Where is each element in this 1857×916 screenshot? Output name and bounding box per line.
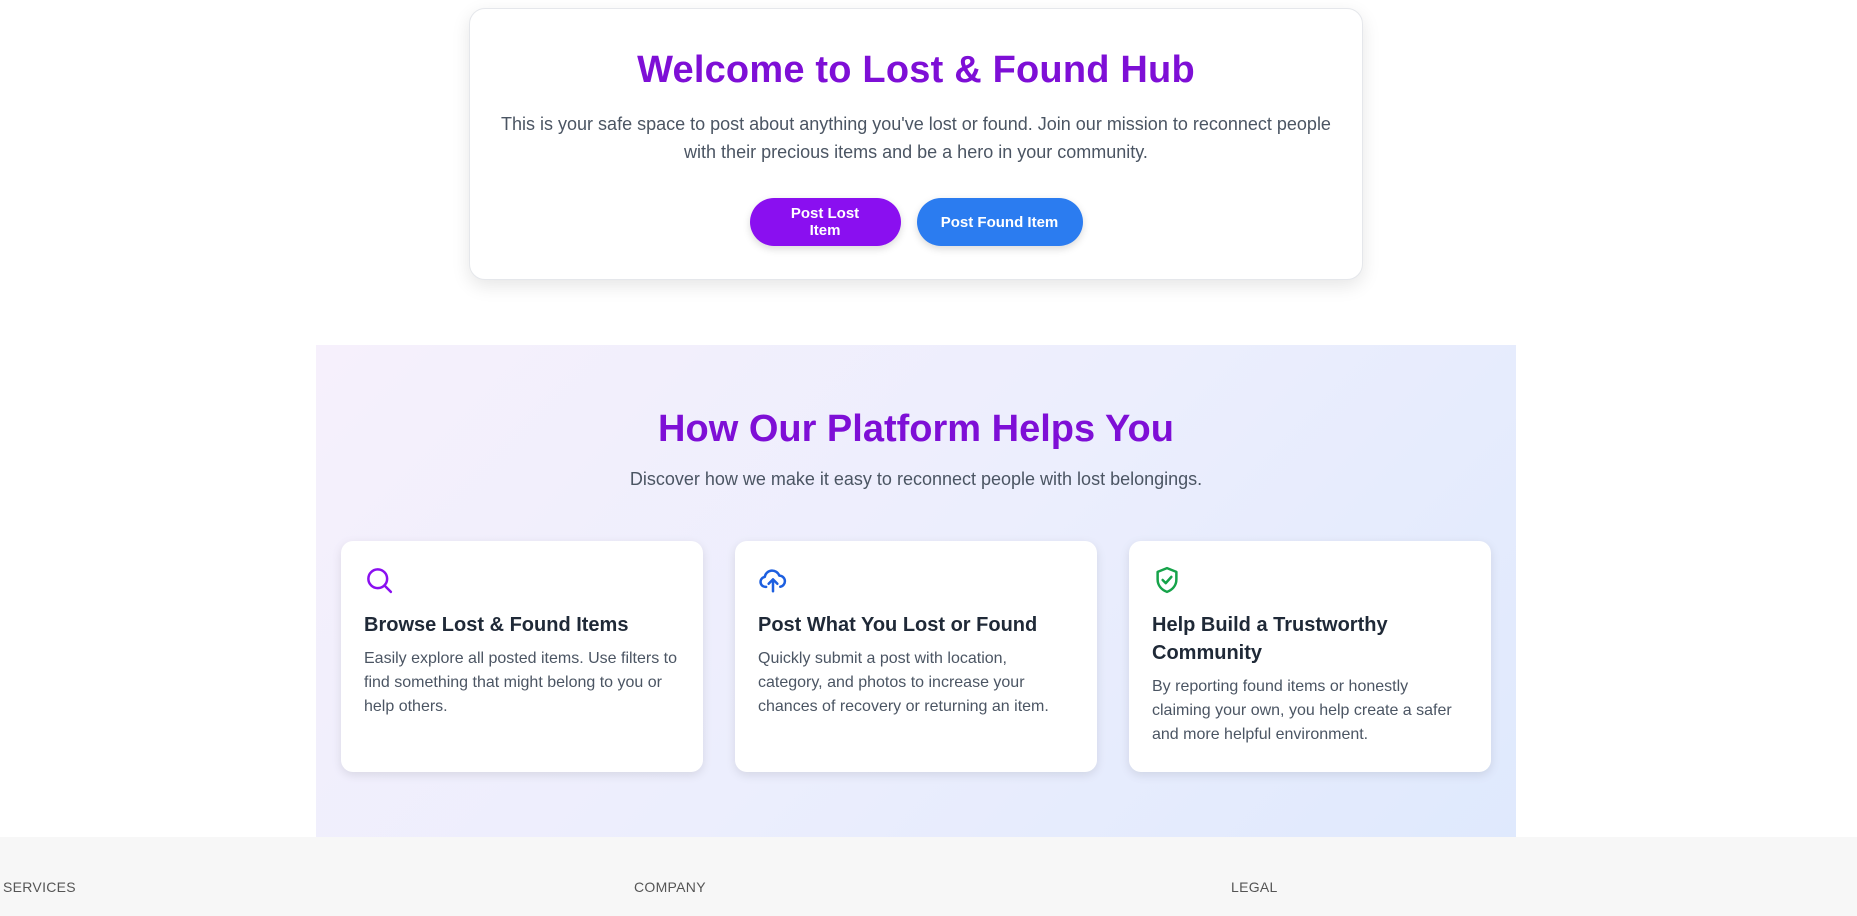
feature-card-title: Browse Lost & Found Items bbox=[364, 614, 629, 636]
feature-card-text: By reporting found items or honestly cla… bbox=[1152, 678, 1452, 743]
hero-title: Welcome to Lost & Found Hub bbox=[637, 49, 1195, 91]
hero-buttons: Post Lost Item Post Found Item bbox=[470, 198, 1362, 246]
footer-heading-company: COMPANY bbox=[634, 879, 706, 895]
feature-card-post: Post What You Lost or Found Quickly subm… bbox=[735, 541, 1097, 772]
feature-card-community: Help Build a Trustworthy Community By re… bbox=[1129, 541, 1491, 772]
feature-card-title: Help Build a Trustworthy Community bbox=[1152, 614, 1388, 664]
footer: SERVICES COMPANY LEGAL bbox=[0, 837, 1857, 916]
hero-description: This is your safe space to post about an… bbox=[501, 114, 1331, 162]
feature-card-browse: Browse Lost & Found Items Easily explore… bbox=[341, 541, 703, 772]
feature-card-text: Easily explore all posted items. Use fil… bbox=[364, 650, 678, 715]
feature-card-text: Quickly submit a post with location, cat… bbox=[758, 650, 1049, 715]
footer-heading-legal: LEGAL bbox=[1231, 879, 1278, 895]
footer-heading-services: SERVICES bbox=[3, 879, 76, 895]
features-title: How Our Platform Helps You bbox=[658, 408, 1174, 450]
features-subtitle: Discover how we make it easy to reconnec… bbox=[629, 469, 1203, 489]
shield-check-icon bbox=[1156, 566, 1178, 594]
features-section: How Our Platform Helps You Discover how … bbox=[316, 345, 1516, 837]
post-found-item-button[interactable]: Post Found Item bbox=[916, 198, 1083, 246]
hero-card: Welcome to Lost & Found Hub This is your… bbox=[469, 8, 1363, 280]
cloud-upload-icon bbox=[759, 569, 787, 593]
search-icon bbox=[367, 568, 393, 594]
post-lost-item-button[interactable]: Post Lost Item bbox=[749, 198, 901, 246]
feature-cards: Browse Lost & Found Items Easily explore… bbox=[341, 541, 1491, 772]
feature-card-title: Post What You Lost or Found bbox=[758, 614, 1038, 636]
